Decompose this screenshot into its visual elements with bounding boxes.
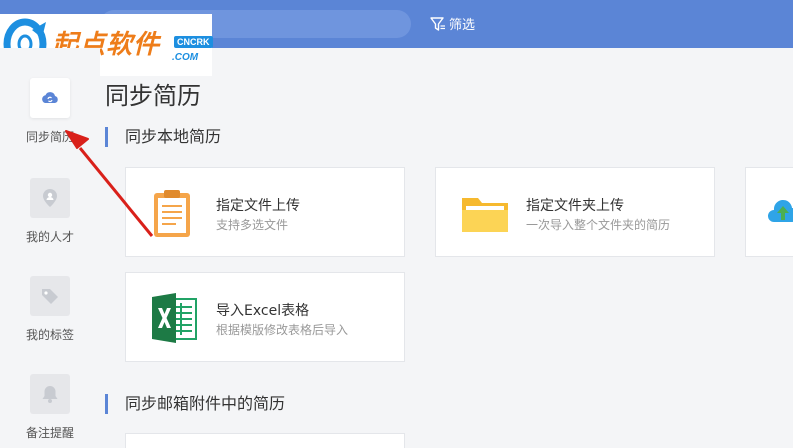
card-subtitle: 一次导入整个文件夹的简历 xyxy=(526,218,671,232)
section-title-local: 同步本地简历 xyxy=(105,127,221,147)
sidebar-item-my-talent[interactable]: 我的人才 xyxy=(0,178,100,245)
email-card[interactable] xyxy=(125,433,405,448)
card-title: 指定文件夹上传 xyxy=(526,198,624,214)
location-person-icon xyxy=(30,178,70,218)
upload-folder-card[interactable]: 指定文件夹上传 一次导入整个文件夹的简历 xyxy=(435,167,715,257)
sidebar-item-sync-resume[interactable]: 同步简历 xyxy=(0,78,100,145)
sidebar-item-label: 同步简历 xyxy=(25,130,74,144)
section-title-email: 同步邮箱附件中的简历 xyxy=(105,394,285,414)
sidebar-item-my-tags[interactable]: 我的标签 xyxy=(0,276,100,343)
upload-files-card[interactable]: 指定文件上传 支持多选文件 xyxy=(125,167,405,257)
excel-icon xyxy=(152,293,197,343)
card-subtitle: 根据模版修改表格后导入 xyxy=(216,323,349,337)
sidebar-item-label: 我的人才 xyxy=(25,230,74,244)
sidebar-item-reminders[interactable]: 备注提醒 xyxy=(0,374,100,441)
folder-icon xyxy=(462,198,508,232)
card-title: 指定文件上传 xyxy=(216,198,300,214)
bell-icon xyxy=(30,374,70,414)
filter-icon xyxy=(430,16,445,31)
cloud-sync-icon xyxy=(30,78,70,118)
page-title: 同步简历 xyxy=(105,82,201,110)
sidebar-item-label: 备注提醒 xyxy=(25,426,74,440)
upload-third-card[interactable] xyxy=(745,167,793,257)
card-title: 导入Excel表格 xyxy=(216,303,310,319)
card-subtitle: 支持多选文件 xyxy=(216,218,289,232)
sidebar-item-label: 我的标签 xyxy=(25,328,74,342)
watermark-com: .COM xyxy=(172,52,199,63)
watermark-tag: CNCRK xyxy=(174,36,213,48)
filter-label: 筛选 xyxy=(449,18,476,33)
sidebar: 同步简历 我的人才 我的标签 备注提醒 xyxy=(0,48,100,448)
cloud-upload-icon xyxy=(768,200,793,222)
tag-icon xyxy=(30,276,70,316)
import-excel-card[interactable]: 导入Excel表格 根据模版修改表格后导入 xyxy=(125,272,405,362)
clipboard-icon xyxy=(154,190,190,237)
filter-button[interactable]: 筛选 xyxy=(430,14,475,33)
